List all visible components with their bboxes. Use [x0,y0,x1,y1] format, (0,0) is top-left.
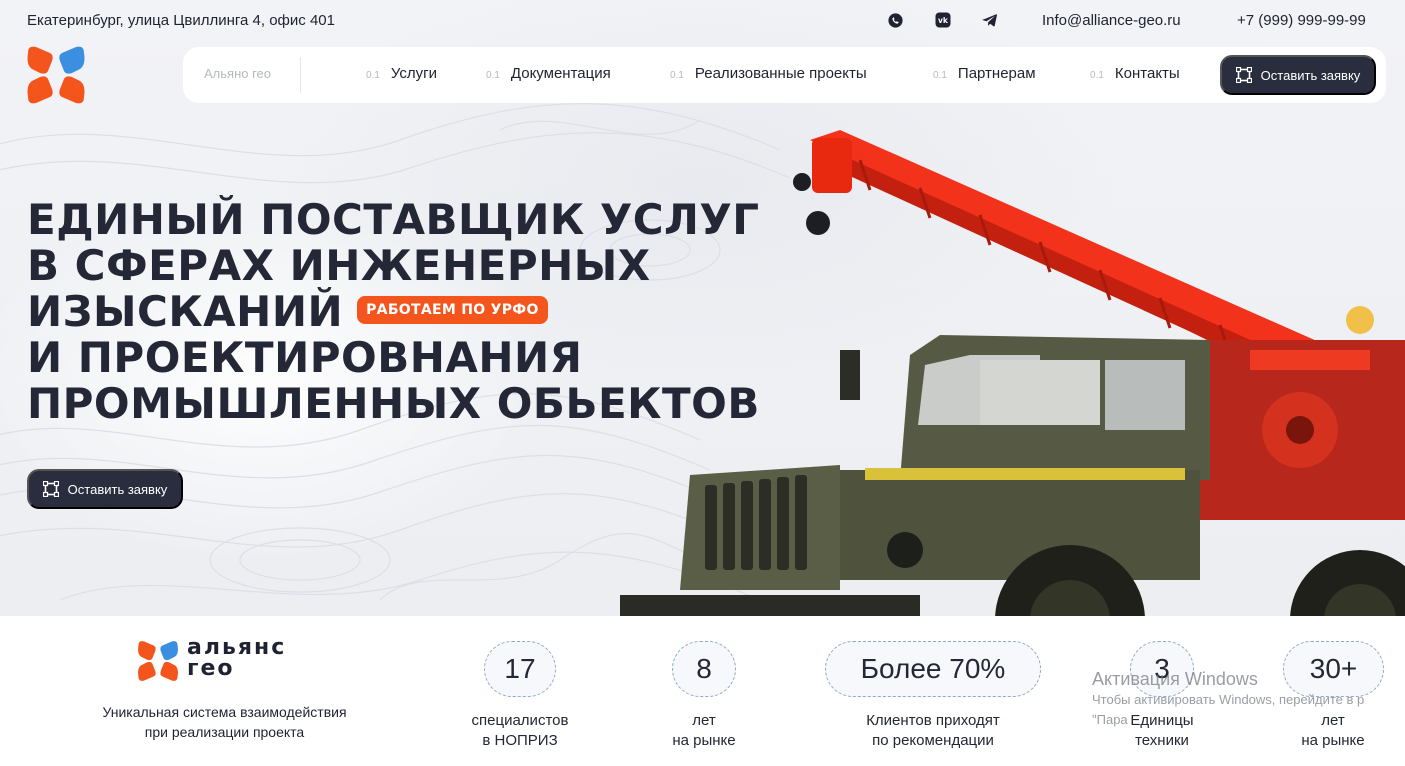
brand-wordmark-line: альянс [187,635,287,660]
office-address: Екатеринбург, улица Цвиллинга 4, офис 40… [27,12,335,29]
frame-icon [1235,67,1252,83]
nav-item-label: Контакты [1114,65,1180,82]
vk-icon[interactable]: vk [933,10,953,30]
headline-line: и проектировнания [27,333,583,382]
nav-brand-text: Альяно гео [204,66,272,81]
nav-item-projects[interactable]: 0.1 Реализованные проекты [670,65,867,82]
brand-logo-icon [138,641,178,681]
headline-line: изысканий [27,287,344,336]
stat-label-line: в НОПРИЗ [482,732,558,749]
frame-icon [42,481,59,497]
stat-label-line: на рынке [1301,732,1365,749]
nav-item-label: Реализованные проекты [694,65,867,82]
brand-description-line: Уникальная система взаимодействия [102,704,347,720]
nav-divider [300,57,301,93]
hero-headline: Единый поставщик услуг в сферах инженерн… [27,197,787,427]
headline-line: промышленных обьектов [27,379,760,428]
nav-item-label: Услуги [390,65,438,82]
watermark-subtitle: Чтобы активировать Windows, перейдите в … [1092,692,1365,707]
nav-item-documentation[interactable]: 0.1 Документация [486,65,611,82]
brand-description: Уникальная система взаимодействия при ре… [62,702,387,742]
nav-item-label: Документация [510,65,611,82]
nav-item-number: 0.1 [486,70,500,81]
stat-label-specialists: специалистов в НОПРИЗ [440,711,600,751]
windows-activation-watermark: Активация Windows Чтобы активировать Win… [1092,668,1364,730]
nav-request-label: Оставить заявку [1260,67,1361,83]
nav-item-number: 0.1 [670,70,684,81]
watermark-subtitle: "Пара [1092,712,1128,727]
company-logo[interactable] [26,45,86,105]
stat-label-line: лет [692,712,716,729]
nav-item-number: 0.1 [366,70,380,81]
brand-description-line: при реализации проекта [144,724,305,740]
hero-request-label: Оставить заявку [67,481,168,497]
brand-wordmark-line: гео [187,656,235,681]
headline-line: Единый поставщик услуг [27,195,760,244]
stat-label-line: специалистов [471,712,569,729]
stat-label-line: техники [1135,732,1189,749]
whatsapp-icon[interactable] [885,10,905,30]
nav-request-button[interactable]: Оставить заявку [1220,55,1376,95]
stat-label-line: на рынке [672,732,736,749]
headline-line-with-badge: изысканий РАБОТАЕМ ПО УРФО [27,289,787,335]
stat-label-line: по рекомендации [872,732,994,749]
stat-value-years: 8 [672,641,736,697]
watermark-title: Активация Windows [1092,669,1258,689]
main-navigation: Альяно гео 0.1 Услуги 0.1 Документация 0… [183,47,1386,103]
brand-wordmark: альянс гео [187,635,287,681]
contact-email[interactable]: Info@alliance-geo.ru [1042,12,1181,29]
contact-phone[interactable]: +7 (999) 999-99-99 [1237,12,1366,29]
telegram-icon[interactable] [980,10,1000,30]
nav-item-partners[interactable]: 0.1 Партнерам [933,65,1036,82]
headline-line: в сферах инженерных [27,241,651,290]
stat-label-referrals: Клиентов приходят по рекомендации [823,711,1043,751]
stat-value-referrals: Более 70% [825,641,1041,697]
stat-value-specialists: 17 [484,641,556,697]
nav-item-services[interactable]: 0.1 Услуги [366,65,437,82]
nav-item-number: 0.1 [933,70,947,81]
hero-request-button[interactable]: Оставить заявку [27,469,183,509]
nav-item-number: 0.1 [1090,70,1104,81]
nav-item-contacts[interactable]: 0.1 Контакты [1090,65,1180,82]
stat-label-line: Клиентов приходят [866,712,1000,729]
nav-item-label: Партнерам [957,65,1036,82]
region-badge: РАБОТАЕМ ПО УРФО [357,295,548,324]
svg-text:vk: vk [938,16,949,25]
stat-label-years: лет на рынке [634,711,774,751]
